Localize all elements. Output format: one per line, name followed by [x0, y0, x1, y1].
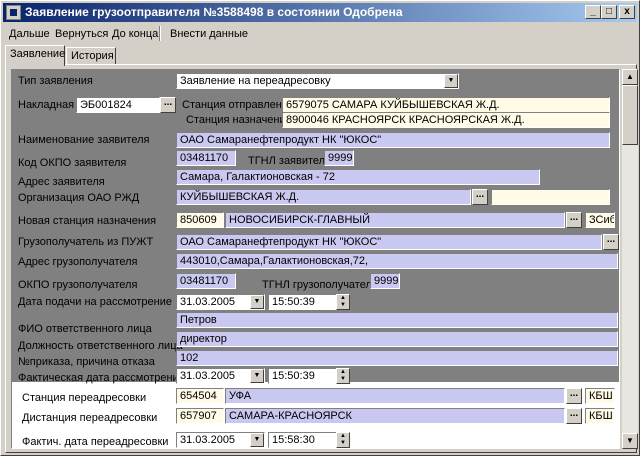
redirect-station-railway: КБШ [585, 388, 615, 404]
address-field[interactable]: Самара, Галактионовская - 72 [176, 169, 540, 185]
org-extra-field [491, 189, 610, 205]
redirect-station-lookup-button[interactable]: ... [566, 388, 582, 404]
consignee-tgnl-label: ТГНЛ грузополучателя [262, 279, 378, 291]
time-spinner-icon[interactable]: ▲ ▼ [336, 294, 350, 310]
tgnl-label: ТГНЛ заявителя [248, 155, 332, 167]
address-label: Адрес заявителя [18, 176, 105, 188]
scroll-up-icon[interactable]: ▲ [622, 69, 638, 85]
scroll-thumb[interactable] [622, 85, 638, 145]
maximize-button[interactable]: □ [601, 5, 617, 19]
responsible-field[interactable]: Петров [176, 312, 618, 328]
menu-enter-data[interactable]: Внести данные [170, 28, 248, 40]
time-spinner-icon[interactable]: ▲ ▼ [336, 368, 350, 384]
consignee-address-field[interactable]: 443010,Самара,Галактионовская,72, [176, 253, 618, 269]
org-field[interactable]: КУЙБЫШЕВСКАЯ Ж.Д. [176, 189, 471, 205]
minimize-button[interactable]: _ [585, 5, 601, 19]
menu-next[interactable]: Дальше [9, 28, 50, 40]
time-spinner-icon[interactable]: ▲ ▼ [336, 432, 350, 448]
menu-back[interactable]: Вернуться [55, 28, 108, 40]
redirect-distance-code: 657907 [176, 408, 224, 424]
order-field[interactable]: 102 [176, 350, 618, 366]
departure-field: 6579075 САМАРА КУЙБЫШЕВСКАЯ Ж.Д. [282, 97, 610, 113]
new-station-code: 850609 [176, 212, 224, 228]
destination-label: Станция назначения [186, 114, 292, 126]
consignee-tgnl-field[interactable]: 9999 [370, 273, 400, 289]
redirect-station-code: 654504 [176, 388, 224, 404]
new-station-railway: ЗСиб [585, 212, 615, 228]
redirect-station-name[interactable]: УФА [225, 388, 565, 404]
close-button[interactable]: x [619, 5, 635, 19]
title-bar: Заявление грузоотправителя №3588498 в со… [3, 3, 637, 22]
redirect-date-label: Фактич. дата переадресовки [22, 436, 169, 448]
menu-separator [159, 26, 161, 41]
form-area: Тип заявления Заявление на переадресовку… [11, 69, 620, 449]
consignee-okpo-field[interactable]: 03481170 [176, 273, 236, 289]
applicant-label: Наименование заявителя [18, 134, 150, 146]
destination-field: 8900046 КРАСНОЯРСК КРАСНОЯРСКАЯ Ж.Д. [282, 112, 610, 128]
position-label: Должность ответственного лица [18, 340, 183, 352]
new-station-name[interactable]: НОВОСИБИРСК-ГЛАВНЫЙ [225, 212, 565, 228]
new-station-lookup-button[interactable]: ... [566, 212, 582, 228]
tab-statement[interactable]: Заявление [5, 45, 65, 66]
tab-history[interactable]: История [66, 47, 116, 65]
redirect-station-label: Станция переадресовки [22, 392, 147, 404]
redirect-distance-railway: КБШ [585, 408, 615, 424]
redirect-distance-name[interactable]: САМАРА-КРАСНОЯРСК [225, 408, 565, 424]
applicant-field[interactable]: ОАО Самаранефтепродукт НК "ЮКОС" [176, 132, 610, 148]
consignee-okpo-label: ОКПО грузополучателя [18, 279, 138, 291]
application-window: Заявление грузоотправителя №3588498 в со… [0, 0, 640, 456]
chevron-down-icon[interactable]: ▼ [444, 74, 458, 88]
type-label: Тип заявления [18, 75, 93, 87]
position-field[interactable]: директор [176, 331, 618, 347]
review-date-label: Фактическая дата рассмотрения [18, 372, 185, 384]
tgnl-field[interactable]: 9999 [324, 150, 354, 166]
submit-date-label: Дата подачи на рассмотрение [18, 296, 173, 308]
vertical-scrollbar[interactable]: ▲ ▼ [622, 69, 638, 449]
waybill-lookup-button[interactable]: ... [160, 97, 176, 113]
menu-to-end[interactable]: До конца [112, 28, 158, 40]
calendar-dropdown-icon[interactable]: ▼ [250, 433, 264, 447]
departure-label: Станция отправления [182, 99, 294, 111]
consignee-label: Грузополучатель из ПУЖТ [18, 236, 154, 248]
waybill-label: Накладная [18, 99, 75, 111]
waybill-field[interactable]: ЭБ001824 [76, 97, 160, 113]
calendar-dropdown-icon[interactable]: ▼ [250, 369, 264, 383]
menu-bar: Дальше Вернуться До конца Внести данные [3, 25, 637, 43]
new-station-label: Новая станция назначения [18, 215, 157, 227]
scroll-down-icon[interactable]: ▼ [622, 433, 638, 449]
calendar-dropdown-icon[interactable]: ▼ [250, 295, 264, 309]
org-lookup-button[interactable]: ... [472, 189, 488, 205]
order-label: №приказа, причина отказа [18, 356, 155, 368]
redirect-distance-lookup-button[interactable]: ... [566, 408, 582, 424]
tab-panel: Тип заявления Заявление на переадресовку… [5, 64, 638, 453]
consignee-field[interactable]: ОАО Самаранефтепродукт НК "ЮКОС" [176, 234, 602, 250]
okpo-label: Код ОКПО заявителя [18, 157, 127, 169]
type-select[interactable]: Заявление на переадресовку [176, 73, 459, 89]
org-label: Организация ОАО РЖД [18, 192, 140, 204]
redirect-distance-label: Дистанция переадресовки [22, 412, 158, 424]
okpo-field[interactable]: 03481170 [176, 150, 236, 166]
consignee-lookup-button[interactable]: ... [603, 234, 619, 250]
window-title: Заявление грузоотправителя №3588498 в со… [25, 5, 403, 19]
consignee-address-label: Адрес грузополучателя [18, 256, 138, 268]
responsible-label: ФИО ответственного лица [18, 323, 152, 335]
app-icon [6, 5, 21, 20]
